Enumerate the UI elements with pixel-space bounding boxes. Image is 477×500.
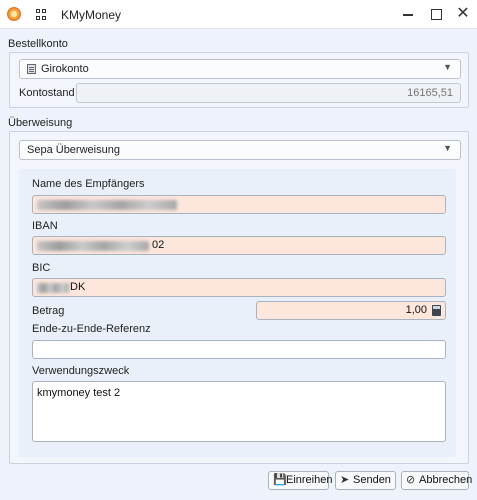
close-button[interactable]: ✕ [455, 6, 471, 22]
send-icon: ➤ [340, 474, 350, 486]
purpose-value: kmymoney test 2 [37, 387, 121, 399]
maximize-button[interactable] [428, 6, 444, 22]
send-button[interactable]: ➤ Senden [335, 471, 396, 490]
purpose-label: Verwendungszweck [32, 365, 130, 377]
iban-label: IBAN [32, 220, 58, 232]
kmymoney-app-icon [7, 7, 21, 21]
redacted-text [37, 241, 149, 251]
account-select-value: Girokonto [41, 63, 89, 75]
chevron-down-icon: ▼ [443, 62, 452, 72]
recipient-name-label: Name des Empfängers [32, 178, 145, 190]
bic-input[interactable]: DK [32, 278, 446, 297]
chevron-down-icon: ▼ [443, 143, 452, 153]
reference-label: Ende-zu-Ende-Referenz [32, 323, 151, 335]
balance-label: Kontostand [19, 87, 75, 99]
account-section-label: Bestellkonto [8, 38, 68, 50]
cancel-button[interactable]: ⊘ Abbrechen [401, 471, 472, 490]
balance-value: 16165,51 [407, 87, 453, 99]
reference-input[interactable] [32, 340, 446, 359]
window-title: KMyMoney [61, 8, 122, 22]
account-select[interactable]: Girokonto ▼ [19, 59, 461, 79]
title-bar: KMyMoney ✕ [0, 0, 477, 29]
iban-visible-suffix: 02 [152, 239, 165, 251]
recipient-name-input[interactable] [32, 195, 446, 214]
cancel-icon: ⊘ [406, 474, 416, 486]
redacted-text [37, 200, 177, 210]
amount-input[interactable]: 1,00 [256, 301, 446, 320]
balance-field: 16165,51 [76, 83, 461, 103]
bic-visible-suffix: DK [70, 281, 86, 293]
account-group: Girokonto ▼ Kontostand 16165,51 [9, 52, 469, 108]
amount-value: 1,00 [405, 304, 427, 316]
transfer-form-panel: Name des Empfängers IBAN 02 BIC DK Betra… [19, 169, 456, 457]
iban-input[interactable]: 02 [32, 236, 446, 255]
amount-label: Betrag [32, 305, 65, 317]
transfer-type-select[interactable]: Sepa Überweisung ▼ [19, 140, 461, 160]
calculator-icon[interactable] [432, 305, 441, 316]
enqueue-button[interactable]: 💾 Einreihen [268, 471, 332, 490]
window-menu-icon[interactable] [36, 9, 47, 20]
transfer-type-value: Sepa Überweisung [27, 144, 120, 156]
save-icon: 💾 [273, 474, 287, 486]
purpose-textarea[interactable]: kmymoney test 2 [32, 381, 446, 442]
minimize-button[interactable] [400, 6, 416, 22]
transfer-section-label: Überweisung [8, 117, 73, 129]
bic-label: BIC [32, 262, 51, 274]
account-book-icon [27, 64, 36, 74]
redacted-text [37, 283, 69, 293]
